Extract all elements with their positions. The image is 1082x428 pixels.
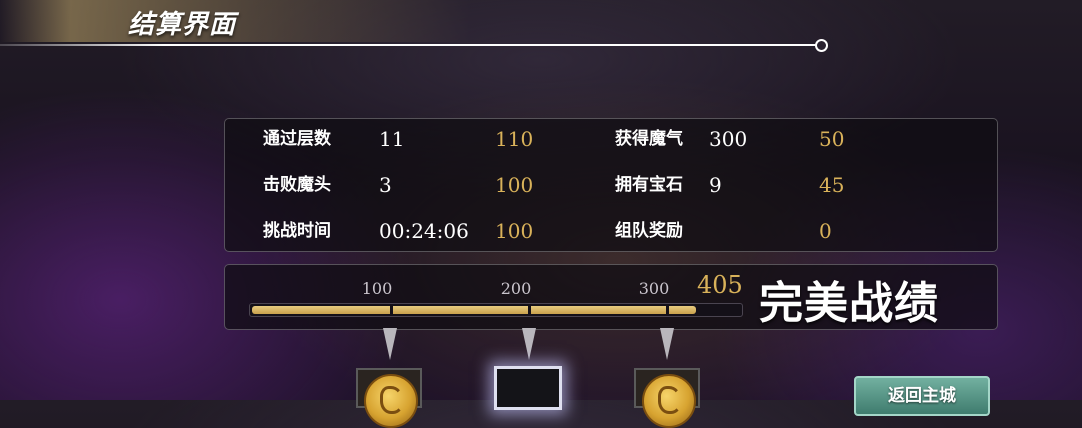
stat-energy-value: 300 — [709, 127, 748, 151]
stat-gems-value: 9 — [709, 173, 722, 197]
stat-bosses-label: 击败魔头 — [263, 175, 331, 195]
progress-tick-200: 200 — [500, 279, 532, 298]
milestone-pointer-icon — [660, 328, 674, 360]
progress-panel: 100 200 300 405 完美战绩 — [224, 264, 998, 330]
progress-bar — [249, 303, 743, 317]
progress-divider — [390, 304, 393, 316]
stat-gems-label: 拥有宝石 — [615, 175, 683, 195]
stat-energy-score: 50 — [819, 127, 845, 151]
stat-bosses-value: 3 — [379, 173, 392, 197]
gold-coin-icon — [364, 374, 418, 428]
reward-slot-3[interactable] — [634, 368, 700, 428]
progress-tick-300: 300 — [638, 279, 670, 298]
stat-floors-label: 通过层数 — [263, 129, 331, 149]
progress-divider — [528, 304, 531, 316]
total-score: 405 — [697, 271, 743, 299]
stat-bosses-score: 100 — [495, 173, 534, 197]
stat-team-label: 组队奖励 — [615, 221, 683, 241]
stats-panel: 通过层数 11 110 击败魔头 3 100 挑战时间 00:24:06 100… — [224, 118, 998, 252]
stat-time-label: 挑战时间 — [263, 221, 331, 241]
progress-tick-100: 100 — [361, 279, 393, 298]
stat-time-value: 00:24:06 — [379, 219, 469, 243]
stat-team-score: 0 — [819, 219, 832, 243]
title-line-end-icon — [815, 39, 828, 52]
return-to-city-button[interactable]: 返回主城 — [854, 376, 990, 416]
stat-time-score: 100 — [495, 219, 534, 243]
progress-bar-fill — [252, 306, 696, 314]
progress-divider — [666, 304, 669, 316]
gold-coin-icon — [642, 374, 696, 428]
stat-floors-value: 11 — [379, 127, 405, 151]
reward-slot-2[interactable] — [494, 366, 562, 410]
milestone-pointer-icon — [383, 328, 397, 360]
milestone-pointer-icon — [522, 328, 536, 360]
stat-energy-label: 获得魔气 — [615, 129, 683, 149]
stat-gems-score: 45 — [819, 173, 845, 197]
grade-title: 完美战绩 — [759, 278, 939, 329]
page-title: 结算界面 — [128, 10, 237, 40]
reward-slot-1[interactable] — [356, 368, 422, 428]
title-underline — [0, 44, 820, 46]
stat-floors-score: 110 — [495, 127, 534, 151]
